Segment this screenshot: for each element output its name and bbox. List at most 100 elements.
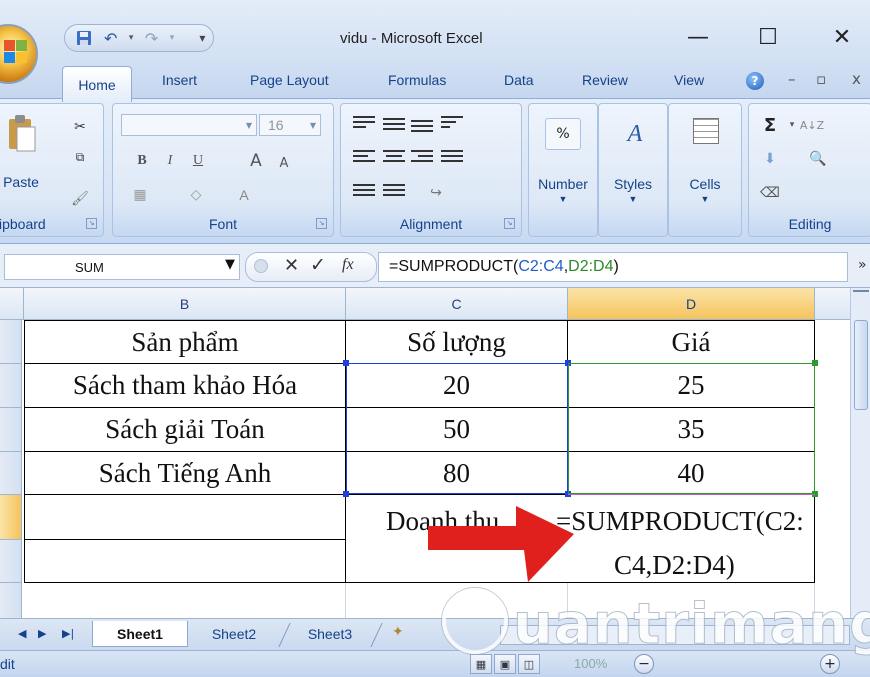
table-header-cell[interactable]: Số lượng (346, 320, 568, 364)
help-icon[interactable]: ? (746, 72, 764, 90)
cells-group[interactable]: Cells ▼ (668, 103, 742, 237)
redo-icon[interactable]: ↷ (141, 27, 162, 49)
prev-sheet-icon[interactable]: ▶ (38, 627, 46, 640)
font-size-combo[interactable]: 16 ▼ (259, 114, 321, 136)
redo-dropdown-icon[interactable]: ▾ (168, 27, 176, 49)
alignment-launcher-icon[interactable]: ↘ (504, 218, 515, 229)
table-cell[interactable]: Sách tham khảo Hóa (24, 364, 346, 408)
clear-icon[interactable]: ⌫ (757, 182, 783, 204)
insert-function-icon[interactable]: fx (342, 256, 354, 274)
table-header-cell[interactable]: Sản phẩm (24, 320, 346, 364)
table-cell[interactable] (24, 495, 346, 540)
sheet-tab-sheet3[interactable]: Sheet3 (290, 621, 370, 647)
minimize-button[interactable]: — (678, 22, 718, 52)
column-header-c[interactable]: C (346, 288, 568, 320)
align-center-icon[interactable] (383, 150, 405, 168)
table-cell[interactable]: Sách giải Toán (24, 408, 346, 452)
font-launcher-icon[interactable]: ↘ (316, 218, 327, 229)
row-header-active[interactable] (0, 495, 22, 540)
number-group[interactable]: % Number ▼ (528, 103, 598, 237)
undo-dropdown-icon[interactable]: ▾ (127, 27, 135, 49)
scroll-thumb[interactable] (854, 320, 868, 410)
row-header[interactable] (0, 540, 22, 583)
select-all-corner[interactable] (0, 288, 24, 320)
table-cell[interactable]: Sách Tiếng Anh (24, 452, 346, 495)
column-header-b[interactable]: B (24, 288, 346, 320)
table-header-cell[interactable]: Giá (568, 320, 815, 364)
tab-view[interactable]: View (674, 72, 704, 88)
paste-button[interactable] (5, 110, 39, 164)
column-header-e[interactable] (815, 288, 850, 320)
last-sheet-icon[interactable]: ▶| (62, 627, 74, 640)
tab-data[interactable]: Data (504, 72, 534, 88)
find-select-icon[interactable]: 🔍 (805, 148, 831, 170)
vertical-scrollbar[interactable] (850, 288, 870, 618)
font-name-combo[interactable]: ▼ (121, 114, 257, 136)
save-icon[interactable] (73, 27, 94, 49)
row-header[interactable] (0, 408, 22, 452)
cut-icon[interactable]: ✂ (67, 116, 93, 138)
align-left-icon[interactable] (353, 150, 375, 168)
align-top-icon[interactable] (353, 116, 375, 134)
column-header-d[interactable]: D (568, 288, 815, 320)
align-right-icon[interactable] (411, 150, 433, 168)
first-sheet-icon[interactable]: ◀ (18, 627, 26, 640)
merge-center-icon[interactable] (441, 150, 463, 168)
zoom-out-icon[interactable]: − (634, 654, 654, 674)
spreadsheet-grid[interactable]: B C D Sản phẩm Số lượng Giá Sách tham kh… (0, 288, 850, 618)
fill-icon[interactable]: ⬇ (757, 148, 783, 170)
styles-group[interactable]: A Styles ▼ (598, 103, 668, 237)
horizontal-scrollbar[interactable] (500, 625, 850, 645)
bold-button[interactable]: B (129, 150, 155, 172)
underline-button[interactable]: U (185, 150, 211, 172)
table-cell[interactable]: 20 (346, 364, 568, 408)
empty-cell[interactable] (568, 583, 815, 618)
undo-icon[interactable]: ↶ (100, 27, 121, 49)
expand-formula-bar-icon[interactable]: » (858, 257, 867, 273)
wrap-text-icon[interactable]: ↪ (423, 182, 449, 204)
table-cell[interactable] (24, 540, 346, 583)
sheet-tab-sheet1[interactable]: Sheet1 (92, 621, 188, 647)
italic-button[interactable]: I (157, 150, 183, 172)
normal-view-icon[interactable]: ▦ (470, 654, 492, 674)
maximize-button[interactable]: ☐ (748, 22, 788, 52)
grow-font-button[interactable]: A (243, 150, 269, 172)
clipboard-launcher-icon[interactable]: ↘ (86, 218, 97, 229)
tab-formulas[interactable]: Formulas (388, 72, 446, 88)
tab-home[interactable]: Home (62, 66, 132, 102)
decrease-indent-icon[interactable] (353, 184, 375, 202)
tab-insert[interactable]: Insert (162, 72, 197, 88)
shrink-font-button[interactable]: A (271, 152, 297, 174)
orientation-icon[interactable] (441, 116, 463, 134)
font-color-icon[interactable]: A (231, 184, 257, 206)
ribbon-restore-icon[interactable]: ▫ (816, 70, 826, 88)
table-cell[interactable]: 25 (568, 364, 815, 408)
empty-cell[interactable] (24, 583, 346, 618)
close-button[interactable]: ✕ (822, 22, 862, 52)
cancel-icon[interactable]: ✕ (284, 255, 299, 276)
align-bottom-icon[interactable] (411, 120, 433, 138)
page-layout-view-icon[interactable]: ▣ (494, 654, 516, 674)
insert-sheet-icon[interactable]: ✦ (392, 624, 404, 640)
sort-filter-icon[interactable]: A↓Z (799, 114, 825, 136)
ribbon-minimize-icon[interactable]: – (788, 70, 796, 88)
row-header[interactable] (0, 583, 22, 618)
increase-indent-icon[interactable] (383, 184, 405, 202)
page-break-view-icon[interactable]: ◫ (518, 654, 540, 674)
row-header[interactable] (0, 364, 22, 408)
formula-input[interactable]: =SUMPRODUCT(C2:C4,D2:D4) (378, 252, 848, 282)
format-painter-icon[interactable]: 🖌 (67, 188, 93, 210)
enter-icon[interactable]: ✓ (310, 254, 326, 276)
row-header[interactable] (0, 320, 22, 364)
borders-icon[interactable]: ▦ (127, 184, 153, 206)
empty-cell[interactable] (346, 583, 568, 618)
fill-color-icon[interactable]: ◇ (183, 184, 209, 206)
name-box[interactable]: SUM ▼ (4, 254, 240, 280)
align-middle-icon[interactable] (383, 118, 405, 136)
sheet-tab-sheet2[interactable]: Sheet2 (192, 621, 276, 647)
row-header[interactable] (0, 452, 22, 495)
table-cell[interactable]: 35 (568, 408, 815, 452)
chevron-down-icon[interactable]: ▼ (225, 257, 235, 272)
copy-icon[interactable]: ⧉ (67, 146, 93, 168)
split-box[interactable] (853, 290, 869, 298)
